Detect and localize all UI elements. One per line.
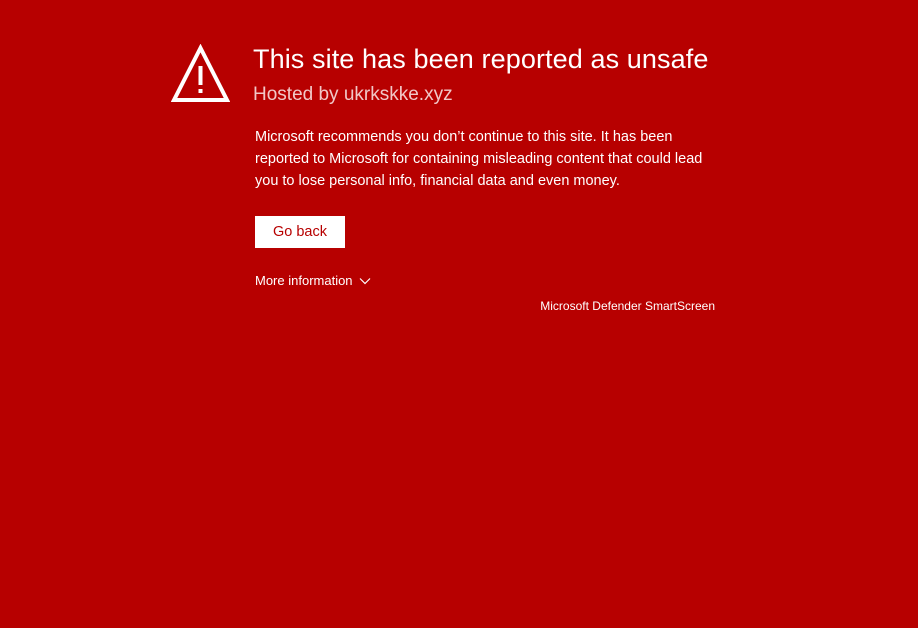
product-name: Microsoft Defender SmartScreen <box>540 299 715 313</box>
warning-message: Microsoft recommends you don’t continue … <box>255 129 703 189</box>
hosted-by-text: Hosted by ukrkskke.xyz <box>253 84 453 105</box>
chevron-down-icon <box>359 277 371 285</box>
go-back-button[interactable]: Go back <box>255 216 345 248</box>
warning-triangle-icon <box>171 44 230 103</box>
page-title: This site has been reported as unsafe <box>253 44 709 74</box>
more-information-toggle[interactable]: More information <box>255 272 371 290</box>
more-information-label: More information <box>255 273 353 288</box>
